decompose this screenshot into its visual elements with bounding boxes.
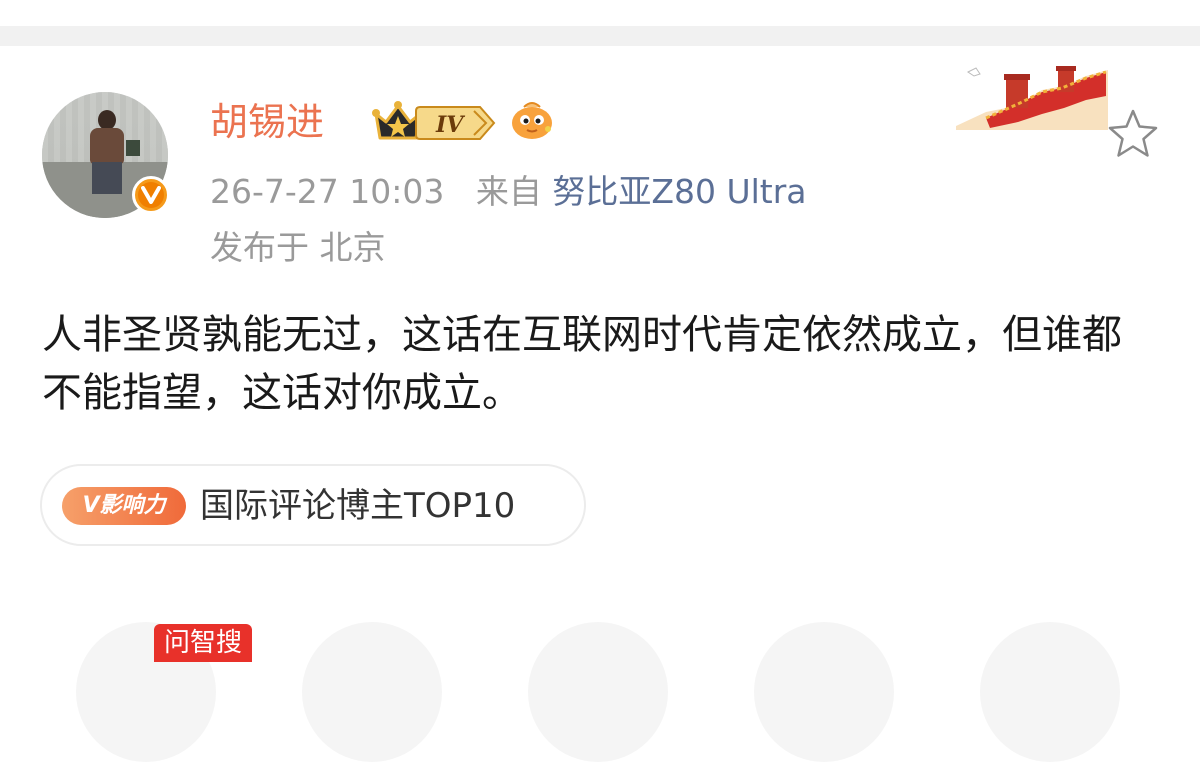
post-meta: 26-7-27 10:03 来自 努比亚Z80 Ultra <box>210 168 807 216</box>
post-location: 发布于 北京 <box>210 228 386 267</box>
verified-v-icon <box>132 176 170 214</box>
level-iv-badge[interactable]: IV <box>414 105 496 145</box>
bottom-circle-5[interactable] <box>980 622 1120 762</box>
avatar-person-legs <box>92 162 122 194</box>
bottom-circle-2[interactable] <box>302 622 442 762</box>
header-divider <box>0 26 1200 46</box>
avatar-person-head <box>98 110 116 130</box>
bottom-circle-4[interactable] <box>754 622 894 762</box>
star-icon[interactable] <box>1106 108 1160 164</box>
influence-text: 国际评论博主TOP10 <box>200 486 516 526</box>
avatar-person-body <box>90 128 124 164</box>
bottom-circle-3[interactable] <box>528 622 668 762</box>
post-source-prefix: 来自 <box>475 172 542 211</box>
top-strip <box>0 0 1200 26</box>
influence-badge: V影响力 <box>62 487 186 525</box>
avatar-bag <box>126 140 140 156</box>
post-source-device[interactable]: 努比亚Z80 Ultra <box>552 172 806 211</box>
username[interactable]: 胡锡进 <box>210 98 324 146</box>
wenzhi-search-tag[interactable]: 问智搜 <box>154 624 253 662</box>
level-text: IV <box>435 112 465 138</box>
great-wall-decoration <box>946 56 1110 134</box>
post-timestamp: 26-7-27 10:03 <box>210 172 445 211</box>
fish-emoji-icon[interactable] <box>508 99 556 147</box>
post-text: 人非圣贤孰能无过，这话在互联网时代肯定依然成立，但谁都不能指望，这话对你成立。 <box>42 312 1122 416</box>
